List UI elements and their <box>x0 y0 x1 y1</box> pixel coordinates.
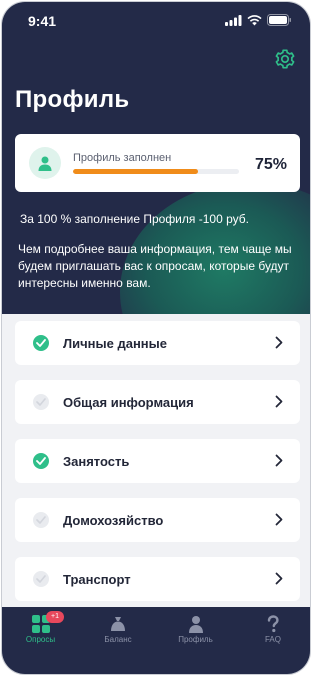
chevron-right-icon <box>275 336 283 354</box>
info-text: Чем подробнее ваша информация, тем чаще … <box>18 242 292 290</box>
tab-user[interactable]: Профиль <box>157 607 234 657</box>
status-bar: 9:41 <box>2 2 310 42</box>
page-title: Профиль <box>15 86 130 113</box>
menu-item-label: Транспорт <box>63 572 131 587</box>
menu-item[interactable]: Транспорт <box>15 557 300 601</box>
check-pending-icon <box>33 394 49 410</box>
tab-wallet[interactable]: Баланс <box>80 607 157 657</box>
gear-icon <box>275 49 295 69</box>
menu-item[interactable]: Занятость <box>15 439 300 483</box>
check-done-icon <box>33 453 49 469</box>
tab-label: FAQ <box>264 635 281 644</box>
avatar <box>29 147 61 179</box>
check-pending-icon <box>33 512 49 528</box>
settings-button[interactable] <box>274 48 296 70</box>
menu-item-label: Личные данные <box>63 336 167 351</box>
notification-badge: +1 <box>46 611 64 623</box>
tab-surveys[interactable]: +1 Опросы <box>2 607 79 657</box>
signal-icon <box>225 14 242 26</box>
status-icons <box>225 14 292 26</box>
progress-percent: 75% <box>254 156 287 173</box>
check-pending-icon <box>33 571 49 587</box>
phone-frame: 9:41 Профиль Профиль заполнен 75% За 100… <box>1 1 311 675</box>
status-time: 9:41 <box>28 13 57 29</box>
question-icon <box>264 615 282 633</box>
progress-bar-fill <box>73 169 198 174</box>
profile-header: 9:41 Профиль Профиль заполнен 75% За 100… <box>2 2 310 314</box>
user-icon <box>187 615 205 633</box>
profile-sections-list: Личные данные Общая информация Занятость До… <box>15 321 300 616</box>
menu-item-label: Общая информация <box>63 395 194 410</box>
menu-item[interactable]: Личные данные <box>15 321 300 365</box>
menu-item[interactable]: Общая информация <box>15 380 300 424</box>
check-done-icon <box>33 335 49 351</box>
progress-bar <box>73 169 239 174</box>
chevron-right-icon <box>275 454 283 472</box>
tab-question[interactable]: FAQ <box>235 607 311 657</box>
profile-progress-card: Профиль заполнен 75% <box>15 134 300 192</box>
tab-label: Профиль <box>178 635 213 644</box>
chevron-right-icon <box>275 513 283 531</box>
menu-item[interactable]: Домохозяйство <box>15 498 300 542</box>
progress-label: Профиль заполнен <box>73 152 172 164</box>
menu-item-label: Занятость <box>63 454 130 469</box>
wifi-icon <box>247 14 262 25</box>
battery-icon <box>267 14 291 26</box>
chevron-right-icon <box>275 572 283 590</box>
menu-item-label: Домохозяйство <box>63 513 164 528</box>
wallet-icon <box>109 615 127 633</box>
bonus-text: За 100 % заполнение Профиля -100 руб. <box>20 212 249 226</box>
tab-label: Опросы <box>25 635 56 644</box>
user-icon <box>38 156 52 171</box>
chevron-right-icon <box>275 395 283 413</box>
tab-label: Баланс <box>104 635 132 644</box>
